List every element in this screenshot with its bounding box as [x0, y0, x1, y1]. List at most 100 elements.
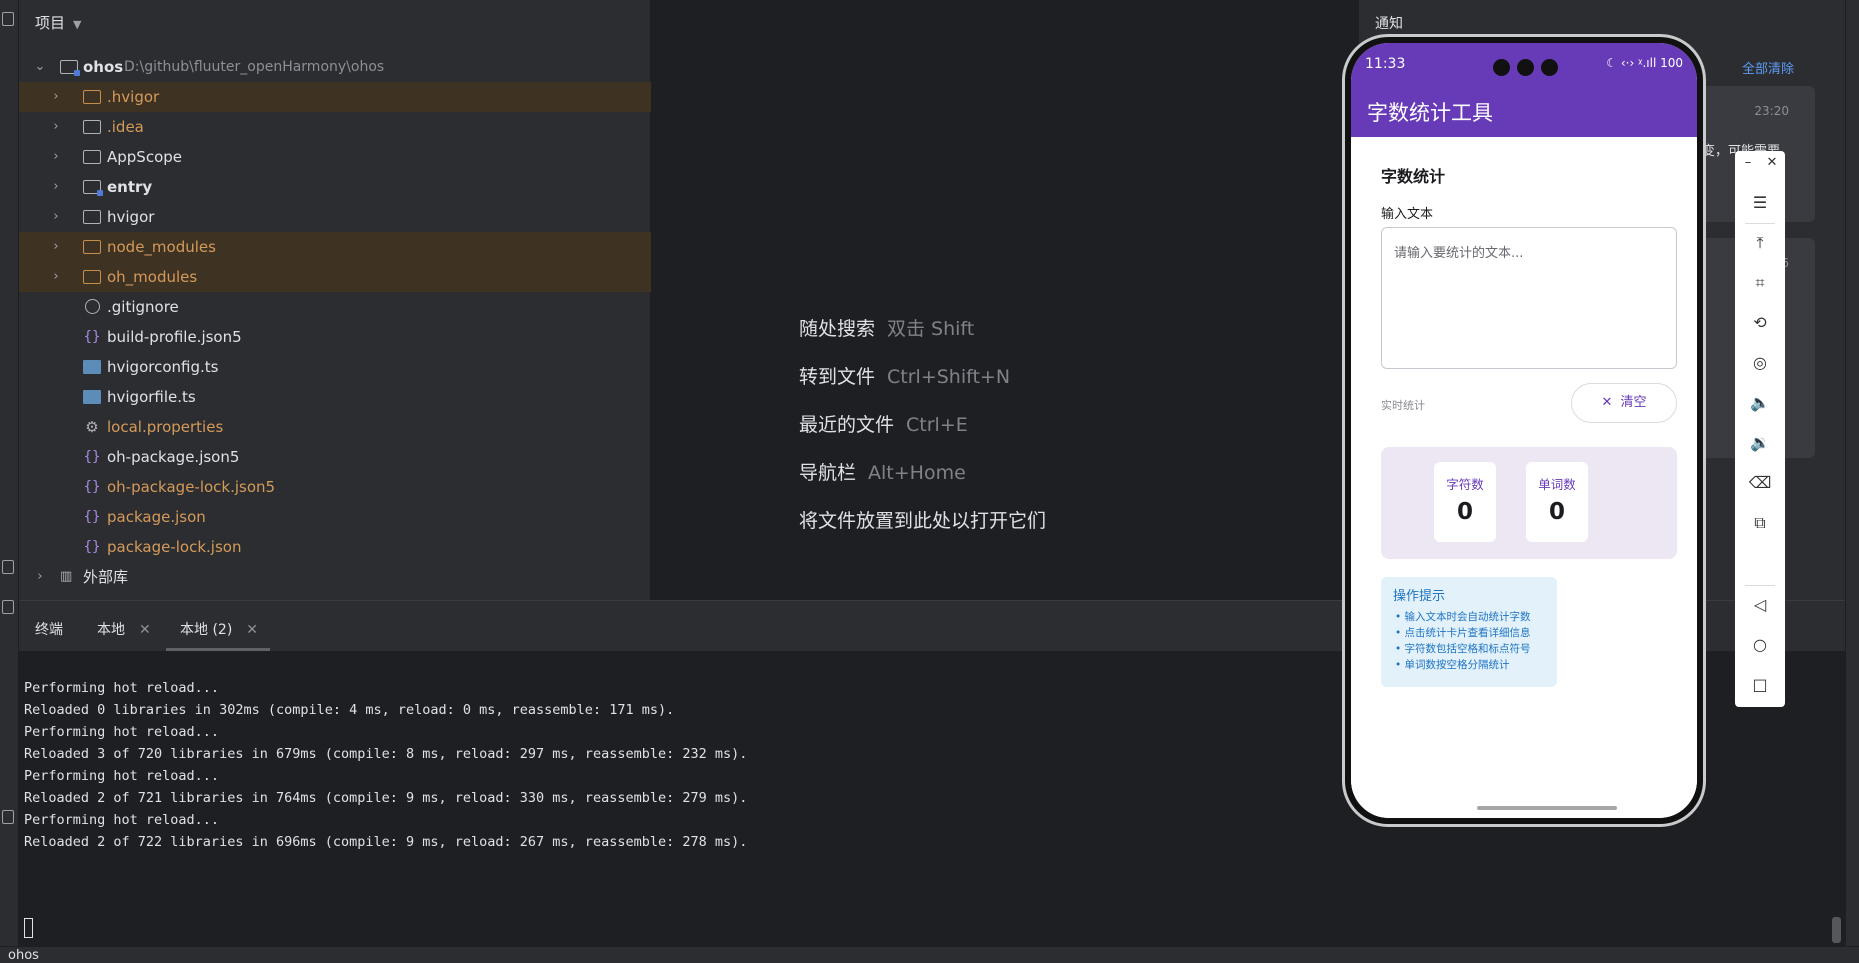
chevron-right-icon[interactable]: ›	[49, 142, 63, 172]
back-icon[interactable]: ◁	[1735, 595, 1785, 614]
close-icon[interactable]: ✕	[246, 622, 258, 638]
project-header-label: 项目	[35, 14, 66, 32]
tab-local[interactable]: 本地 ✕	[97, 619, 151, 639]
tree-row-node-modules[interactable]: › node_modules	[19, 232, 651, 262]
tree-row-hvigorconfig[interactable]: hvigorconfig.ts	[19, 352, 651, 382]
toolbar-divider	[1745, 585, 1775, 586]
tree-row-local-properties[interactable]: ⚙ local.properties	[19, 412, 651, 442]
clear-button[interactable]: ✕ 清空	[1571, 383, 1677, 423]
tree-row-appscope[interactable]: › AppScope	[19, 142, 651, 172]
home-indicator[interactable]	[1477, 806, 1617, 810]
tree-label: node_modules	[107, 238, 216, 256]
tree-row-ohos[interactable]: ⌄ ohos D:\github\fluuter_openHarmony\oho…	[19, 52, 651, 82]
clear-button-label: 清空	[1620, 395, 1647, 410]
terminal-line: Performing hot reload...	[24, 812, 220, 828]
project-tool-icon[interactable]	[2, 12, 14, 26]
tree-row-idea[interactable]: › .idea	[19, 112, 651, 142]
hint-shortcut: Alt+Home	[868, 462, 966, 484]
camera-dot-icon	[1517, 59, 1534, 76]
status-project-name[interactable]: ohos	[8, 948, 39, 963]
tree-row-package-lock[interactable]: {} package-lock.json	[19, 532, 651, 562]
chevron-right-icon[interactable]: ›	[49, 262, 63, 292]
project-view-selector[interactable]: 项目 ▼	[35, 12, 81, 33]
pin-top-icon[interactable]: ⤒	[1735, 233, 1785, 253]
tab-local-2[interactable]: 本地 (2) ✕	[180, 619, 258, 639]
hint-action: 将文件放置到此处以打开它们	[799, 510, 1047, 532]
chevron-right-icon[interactable]: ›	[49, 112, 63, 142]
terminal-scrollbar[interactable]	[1832, 917, 1841, 943]
chevron-down-icon: ▼	[73, 18, 82, 31]
hint-action: 转到文件	[799, 366, 876, 388]
tree-row-entry[interactable]: › entry	[19, 172, 651, 202]
tree-row-oh-package[interactable]: {} oh-package.json5	[19, 442, 651, 472]
location-icon[interactable]: ◎	[1735, 353, 1785, 372]
editor-empty-area: 随处搜索 双击 Shift 转到文件 Ctrl+Shift+N 最近的文件 Ctrl+…	[651, 0, 1358, 600]
status-icons: ☾ ‹·› ᵡ.ıll 100	[1606, 56, 1683, 70]
app-title: 字数统计工具	[1367, 101, 1493, 125]
camera-dot-icon	[1541, 59, 1558, 76]
text-input-area[interactable]: 请输入要统计的文本...	[1381, 227, 1677, 369]
close-icon[interactable]: ✕	[139, 622, 151, 638]
tree-row-hvigorfile[interactable]: hvigorfile.ts	[19, 382, 651, 412]
volume-up-icon[interactable]: 🔈	[1735, 393, 1785, 412]
structure-tool-icon[interactable]	[2, 560, 14, 574]
bookmark-tool-icon[interactable]	[2, 600, 14, 614]
crop-icon[interactable]: ⌗	[1735, 273, 1785, 293]
tree-label: oh-package.json5	[107, 448, 240, 466]
phone-emulator: 11:33 ☾ ‹·› ᵡ.ıll 100 字数统计工具 字数统计 输入文本 请…	[1342, 34, 1706, 827]
chevron-right-icon[interactable]: ›	[49, 82, 63, 112]
camera-dot-icon	[1493, 59, 1510, 76]
toolbar-divider	[1745, 223, 1775, 224]
tree-row-hvigor-cache[interactable]: › .hvigor	[19, 82, 651, 112]
terminal-output[interactable]: Performing hot reload... Reloaded 0 libra…	[24, 677, 747, 853]
hint-action: 导航栏	[799, 462, 857, 484]
clear-all-notifications-link[interactable]: 全部清除	[1742, 58, 1794, 77]
tree-label: 外部库	[83, 568, 129, 586]
terminal-cursor	[24, 918, 33, 938]
chevron-right-icon[interactable]: ›	[49, 202, 63, 232]
active-tab-indicator	[166, 648, 270, 651]
recents-icon[interactable]: □	[1735, 675, 1785, 694]
terminal-tool-icon[interactable]	[2, 810, 14, 824]
tree-label: .hvigor	[107, 88, 160, 106]
stat-value: 0	[1456, 499, 1473, 525]
tree-label: .idea	[107, 118, 144, 136]
chevron-right-icon[interactable]: ›	[49, 172, 63, 202]
tree-path: D:\github\fluuter_openHarmony\ohos	[124, 59, 385, 75]
rotate-icon[interactable]: ⟲	[1735, 313, 1785, 332]
emulator-toolbar: – ✕ ☰ ⤒ ⌗ ⟲ ◎ 🔈 🔉 ⌫ ⧉ ◁ ○ □	[1735, 151, 1785, 707]
hint-search-everywhere: 随处搜索 双击 Shift	[799, 314, 974, 341]
menu-icon[interactable]: ☰	[1735, 193, 1785, 212]
tree-row-external-libraries[interactable]: › ▥ 外部库	[19, 562, 651, 592]
hint-recent-files: 最近的文件 Ctrl+E	[799, 410, 968, 437]
hint-navigation-bar: 导航栏 Alt+Home	[799, 458, 966, 485]
terminal-line: Reloaded 2 of 721 libraries in 764ms (co…	[24, 790, 748, 806]
tree-label: package-lock.json	[107, 538, 242, 556]
tree-row-oh-modules[interactable]: › oh_modules	[19, 262, 651, 292]
chevron-right-icon[interactable]: ›	[49, 232, 63, 262]
json-file-icon: {}	[83, 329, 101, 345]
volume-down-icon[interactable]: 🔉	[1735, 433, 1785, 452]
module-folder-icon	[83, 180, 103, 196]
chevron-down-icon[interactable]: ⌄	[33, 52, 47, 82]
tips-panel: 操作提示 • 输入文本时会自动统计字数 • 点击统计卡片查看详细信息 • 字符数…	[1381, 577, 1557, 687]
tree-label: oh_modules	[107, 268, 198, 286]
tree-row-build-profile[interactable]: {} build-profile.json5	[19, 322, 651, 352]
tree-row-hvigor[interactable]: › hvigor	[19, 202, 651, 232]
hint-shortcut: Ctrl+Shift+N	[887, 366, 1011, 388]
tree-label: package.json	[107, 508, 206, 526]
stat-card-characters[interactable]: 字符数 0	[1434, 462, 1496, 542]
close-icon[interactable]: ✕	[1747, 155, 1797, 170]
tree-row-gitignore[interactable]: .gitignore	[19, 292, 651, 322]
screenshot-icon[interactable]: ⧉	[1735, 513, 1785, 533]
home-icon[interactable]: ○	[1735, 635, 1785, 654]
tip-item: • 点击统计卡片查看详细信息	[1395, 627, 1531, 639]
tree-row-oh-package-lock[interactable]: {} oh-package-lock.json5	[19, 472, 651, 502]
chevron-right-icon[interactable]: ›	[33, 562, 47, 592]
eraser-icon[interactable]: ⌫	[1735, 473, 1785, 492]
folder-icon	[83, 210, 101, 224]
tree-label: build-profile.json5	[107, 328, 242, 346]
stat-card-words[interactable]: 单词数 0	[1526, 462, 1588, 542]
tree-row-package-json[interactable]: {} package.json	[19, 502, 651, 532]
input-label: 输入文本	[1381, 207, 1434, 222]
